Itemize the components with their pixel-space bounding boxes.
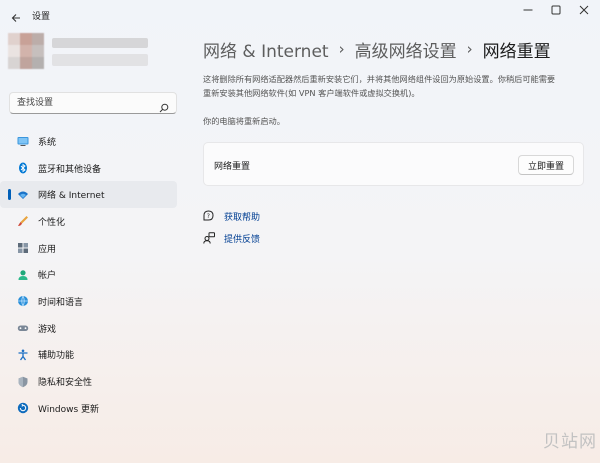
watermark: 贝站网: [543, 432, 597, 452]
profile-email-blurred: [52, 54, 148, 66]
get-help-link[interactable]: ? 获取帮助: [203, 209, 260, 223]
restart-notice: 你的电脑将重新启动。: [203, 116, 285, 126]
apps-icon: [17, 242, 29, 254]
search-input[interactable]: [17, 96, 157, 110]
windows-update-icon: [17, 402, 29, 414]
sidebar-nav: 系统 蓝牙和其他设备 网络 & Internet 个性化 应用 帐户 时间和语言…: [0, 128, 178, 422]
title-bar: 设置: [0, 0, 600, 30]
sidebar-item-accounts[interactable]: 帐户: [0, 261, 178, 288]
sidebar-item-label: 应用: [38, 244, 57, 255]
sidebar-item-windows-update[interactable]: Windows 更新: [0, 395, 178, 422]
avatar[interactable]: [8, 33, 44, 69]
sidebar-item-label: 系统: [38, 137, 57, 148]
description-line: 重新安装其他网络软件(如 VPN 客户端软件或虚拟交换机)。: [203, 88, 420, 98]
sidebar-item-label: 网络 & Internet: [38, 191, 105, 202]
back-arrow-icon[interactable]: [10, 9, 22, 22]
breadcrumb: 网络 & Internet › 高级网络设置 › 网络重置: [203, 36, 551, 62]
privacy-icon: [17, 376, 29, 388]
breadcrumb-separator: ›: [466, 40, 473, 58]
breadcrumb-network[interactable]: 网络 & Internet: [203, 37, 329, 62]
sidebar-item-network[interactable]: 网络 & Internet: [0, 181, 177, 209]
system-icon: [17, 135, 29, 147]
sidebar-item-label: 帐户: [38, 271, 57, 282]
reset-description: 这将删除所有网络适配器然后重新安装它们，并将其他网络组件设回为原始设置。你稍后可…: [203, 72, 583, 100]
network-reset-label: 网络重置: [214, 162, 251, 172]
close-icon[interactable]: [569, 0, 599, 20]
minimize-icon[interactable]: [513, 0, 543, 20]
page-title: 网络重置: [482, 41, 551, 62]
feedback-icon: [203, 232, 215, 244]
sidebar-item-label: 辅助功能: [38, 351, 75, 362]
sidebar-item-privacy[interactable]: 隐私和安全性: [0, 368, 178, 395]
sidebar-item-label: 个性化: [38, 217, 66, 228]
accessibility-icon: [17, 349, 29, 361]
give-feedback-label[interactable]: 提供反馈: [224, 232, 260, 245]
breadcrumb-separator: ›: [338, 40, 345, 58]
breadcrumb-advanced-network[interactable]: 高级网络设置: [355, 37, 457, 62]
sidebar-item-label: 隐私和安全性: [38, 378, 93, 389]
give-feedback-link[interactable]: 提供反馈: [203, 231, 260, 245]
help-icon: ?: [203, 210, 215, 222]
sidebar-item-label: 游戏: [38, 324, 57, 335]
profile-name-blurred: [52, 38, 148, 48]
sidebar-item-system[interactable]: 系统: [0, 128, 178, 155]
svg-text:?: ?: [207, 213, 210, 220]
time-language-icon: [17, 295, 29, 308]
reset-now-button[interactable]: 立即重置: [518, 155, 574, 175]
sidebar-item-gaming[interactable]: 游戏: [0, 315, 178, 342]
sidebar-item-bluetooth[interactable]: 蓝牙和其他设备: [0, 155, 178, 182]
get-help-label[interactable]: 获取帮助: [224, 210, 260, 223]
sidebar-item-personalization[interactable]: 个性化: [0, 208, 178, 235]
sidebar-item-time-language[interactable]: 时间和语言: [0, 288, 178, 315]
network-reset-card: 网络重置 立即重置: [203, 142, 584, 186]
description-line: 这将删除所有网络适配器然后重新安装它们，并将其他网络组件设回为原始设置。你稍后可…: [203, 74, 556, 84]
account-icon: [17, 269, 29, 281]
sidebar-item-label: 时间和语言: [38, 297, 84, 308]
sidebar-item-accessibility[interactable]: 辅助功能: [0, 342, 178, 369]
bluetooth-icon: [17, 162, 29, 174]
search-icon[interactable]: [159, 98, 169, 113]
window-title: 设置: [32, 12, 51, 22]
personalization-icon: [17, 215, 29, 227]
sidebar-item-label: Windows 更新: [38, 404, 100, 415]
settings-window: 设置 系统 蓝牙和其他设备: [0, 0, 600, 463]
gaming-icon: [17, 322, 29, 334]
maximize-icon[interactable]: [541, 0, 571, 20]
search-box[interactable]: [9, 92, 177, 114]
sidebar-item-label: 蓝牙和其他设备: [38, 164, 102, 175]
sidebar-item-apps[interactable]: 应用: [0, 235, 178, 262]
network-icon: [17, 189, 29, 201]
